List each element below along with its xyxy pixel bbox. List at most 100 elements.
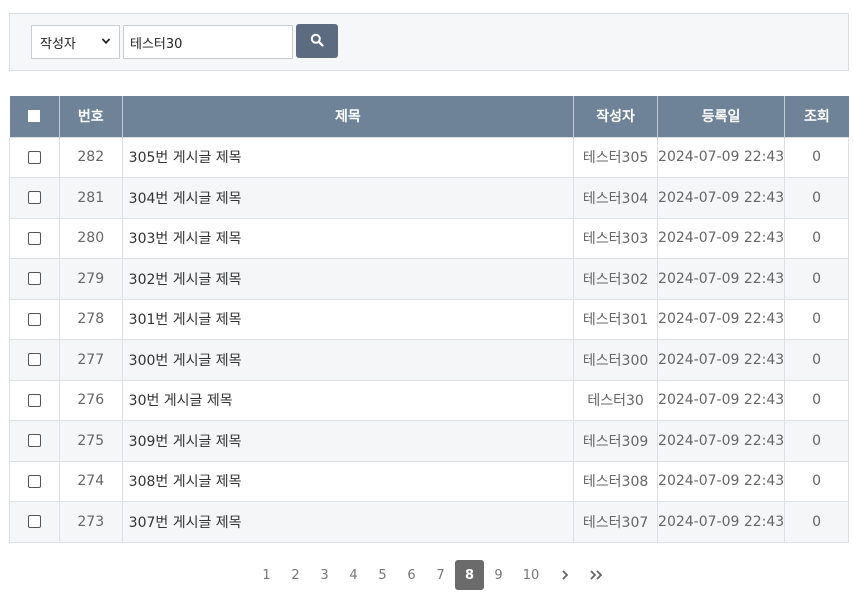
row-number: 275 bbox=[59, 420, 123, 461]
row-title-link[interactable]: 307번 게시글 제목 bbox=[122, 501, 575, 543]
table-header-row: 번호 제목 작성자 등록일 조회 bbox=[9, 96, 849, 137]
row-select-cell bbox=[9, 217, 60, 259]
row-title-link[interactable]: 308번 게시글 제목 bbox=[122, 460, 575, 502]
next-page-button[interactable] bbox=[549, 560, 581, 590]
search-panel: 작성자 테스터30 bbox=[9, 13, 849, 71]
row-author: 테스터307 bbox=[573, 501, 659, 543]
row-date: 2024-07-09 22:43 bbox=[657, 501, 786, 543]
row-views: 0 bbox=[784, 339, 849, 380]
row-title-link[interactable]: 302번 게시글 제목 bbox=[122, 258, 575, 299]
row-checkbox[interactable] bbox=[27, 191, 41, 205]
row-author: 테스터301 bbox=[573, 298, 659, 340]
table-row[interactable]: 278 301번 게시글 제목 테스터301 2024-07-09 22:43 0 bbox=[9, 298, 849, 340]
page-link-9[interactable]: 9 bbox=[484, 560, 513, 590]
table-row[interactable]: 280 303번 게시글 제목 테스터303 2024-07-09 22:43 0 bbox=[9, 217, 849, 259]
row-select-cell bbox=[9, 379, 60, 421]
page-link-5[interactable]: 5 bbox=[368, 560, 397, 590]
table-row[interactable]: 276 30번 게시글 제목 테스터30 2024-07-09 22:43 0 bbox=[9, 379, 849, 421]
header-title: 제목 bbox=[122, 96, 575, 137]
page-link-3[interactable]: 3 bbox=[310, 560, 339, 590]
page-link-1[interactable]: 1 bbox=[252, 560, 281, 590]
row-title-link[interactable]: 30번 게시글 제목 bbox=[122, 379, 575, 421]
page-link-7[interactable]: 7 bbox=[426, 560, 455, 590]
row-views: 0 bbox=[784, 420, 849, 461]
row-number: 280 bbox=[59, 217, 123, 259]
row-select-cell bbox=[9, 177, 60, 218]
table-row[interactable]: 275 309번 게시글 제목 테스터309 2024-07-09 22:43 0 bbox=[9, 420, 849, 461]
table-row[interactable]: 274 308번 게시글 제목 테스터308 2024-07-09 22:43 0 bbox=[9, 460, 849, 502]
row-checkbox[interactable] bbox=[27, 434, 41, 448]
row-checkbox[interactable] bbox=[27, 272, 41, 286]
row-select-cell bbox=[9, 501, 60, 543]
row-views: 0 bbox=[784, 501, 849, 543]
page-link-2[interactable]: 2 bbox=[281, 560, 310, 590]
pagination: 1 2 3 4 5 6 7 8 9 10 bbox=[252, 560, 613, 590]
row-select-cell bbox=[9, 258, 60, 299]
row-select-cell bbox=[9, 136, 60, 178]
chevron-right-icon bbox=[560, 566, 570, 585]
header-number: 번호 bbox=[59, 96, 123, 137]
row-title-link[interactable]: 300번 게시글 제목 bbox=[122, 339, 575, 380]
row-author: 테스터30 bbox=[573, 379, 659, 421]
row-number: 281 bbox=[59, 177, 123, 218]
search-input[interactable]: 테스터30 bbox=[123, 25, 293, 59]
row-select-cell bbox=[9, 460, 60, 502]
select-all-header bbox=[9, 96, 60, 137]
row-number: 273 bbox=[59, 501, 123, 543]
row-date: 2024-07-09 22:43 bbox=[657, 339, 786, 380]
row-select-cell bbox=[9, 298, 60, 340]
last-page-button[interactable] bbox=[581, 560, 613, 590]
row-number: 278 bbox=[59, 298, 123, 340]
page-link-6[interactable]: 6 bbox=[397, 560, 426, 590]
row-title-link[interactable]: 305번 게시글 제목 bbox=[122, 136, 575, 178]
row-author: 테스터309 bbox=[573, 420, 659, 461]
row-checkbox[interactable] bbox=[27, 150, 41, 164]
row-author: 테스터302 bbox=[573, 258, 659, 299]
table-row[interactable]: 279 302번 게시글 제목 테스터302 2024-07-09 22:43 0 bbox=[9, 258, 849, 299]
row-views: 0 bbox=[784, 217, 849, 259]
double-chevron-right-icon bbox=[589, 566, 605, 585]
row-checkbox[interactable] bbox=[27, 474, 41, 488]
page-link-4[interactable]: 4 bbox=[339, 560, 368, 590]
row-date: 2024-07-09 22:43 bbox=[657, 420, 786, 461]
row-views: 0 bbox=[784, 258, 849, 299]
row-views: 0 bbox=[784, 379, 849, 421]
row-author: 테스터305 bbox=[573, 136, 659, 178]
row-number: 274 bbox=[59, 460, 123, 502]
header-views: 조회 bbox=[784, 96, 849, 137]
row-checkbox[interactable] bbox=[27, 312, 41, 326]
row-title-link[interactable]: 309번 게시글 제목 bbox=[122, 420, 575, 461]
row-date: 2024-07-09 22:43 bbox=[657, 298, 786, 340]
row-author: 테스터304 bbox=[573, 177, 659, 218]
row-author: 테스터300 bbox=[573, 339, 659, 380]
search-field-select[interactable]: 작성자 bbox=[31, 25, 120, 59]
row-title-link[interactable]: 301번 게시글 제목 bbox=[122, 298, 575, 340]
row-date: 2024-07-09 22:43 bbox=[657, 136, 786, 178]
row-checkbox[interactable] bbox=[27, 515, 41, 529]
row-select-cell bbox=[9, 420, 60, 461]
row-number: 279 bbox=[59, 258, 123, 299]
row-checkbox[interactable] bbox=[27, 393, 41, 407]
row-title-link[interactable]: 304번 게시글 제목 bbox=[122, 177, 575, 218]
row-number: 276 bbox=[59, 379, 123, 421]
row-author: 테스터303 bbox=[573, 217, 659, 259]
row-views: 0 bbox=[784, 298, 849, 340]
search-button[interactable] bbox=[296, 24, 338, 58]
select-all-checkbox[interactable] bbox=[28, 110, 41, 123]
page-link-8[interactable]: 8 bbox=[455, 560, 484, 590]
row-views: 0 bbox=[784, 136, 849, 178]
row-date: 2024-07-09 22:43 bbox=[657, 177, 786, 218]
table-row[interactable]: 282 305번 게시글 제목 테스터305 2024-07-09 22:43 0 bbox=[9, 136, 849, 178]
row-views: 0 bbox=[784, 177, 849, 218]
table-row[interactable]: 277 300번 게시글 제목 테스터300 2024-07-09 22:43 0 bbox=[9, 339, 849, 380]
chevron-down-icon bbox=[101, 35, 111, 49]
search-field-selected-label: 작성자 bbox=[40, 36, 76, 52]
table-row[interactable]: 281 304번 게시글 제목 테스터304 2024-07-09 22:43 0 bbox=[9, 177, 849, 218]
search-icon bbox=[310, 32, 324, 51]
page-link-10[interactable]: 10 bbox=[513, 560, 549, 590]
row-checkbox[interactable] bbox=[27, 353, 41, 367]
table-row[interactable]: 273 307번 게시글 제목 테스터307 2024-07-09 22:43 0 bbox=[9, 501, 849, 543]
row-title-link[interactable]: 303번 게시글 제목 bbox=[122, 217, 575, 259]
row-checkbox[interactable] bbox=[27, 231, 41, 245]
post-table: 번호 제목 작성자 등록일 조회 282 305번 게시글 제목 테스터305 202… bbox=[9, 96, 849, 543]
